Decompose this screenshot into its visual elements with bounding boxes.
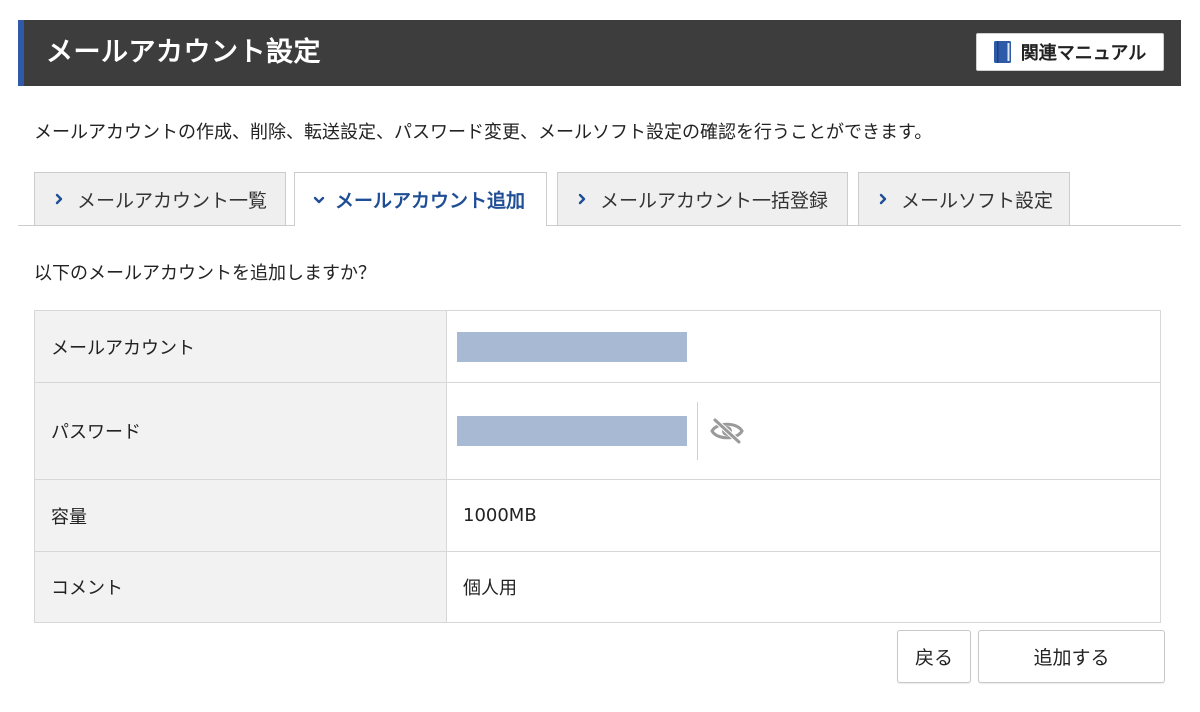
tab-mail-account-bulk-register[interactable]: メールアカウント一括登録 <box>557 172 848 225</box>
redacted-mail-account <box>457 331 687 362</box>
table-row: コメント 個人用 <box>34 551 1161 623</box>
row-value-mail-account <box>446 310 1161 383</box>
confirm-question: 以下のメールアカウントを追加しますか？ <box>34 263 376 284</box>
row-key: メールアカウント <box>34 310 447 383</box>
chevron-right-icon <box>578 193 586 205</box>
table-row: 容量 1000MB <box>34 479 1161 552</box>
password-divider <box>697 402 698 460</box>
password-wrap <box>457 402 1159 460</box>
table-row: パスワード <box>34 382 1161 480</box>
tab-mail-software-settings[interactable]: メールソフト設定 <box>858 172 1070 225</box>
row-key: コメント <box>34 551 447 623</box>
tab-label: メールアカウント一括登録 <box>600 189 829 212</box>
tab-label: メールアカウント一覧 <box>77 189 268 212</box>
tab-label: メールアカウント追加 <box>335 190 526 212</box>
add-button[interactable]: 追加する <box>978 630 1165 683</box>
row-value-password <box>446 382 1161 480</box>
row-key: パスワード <box>34 382 447 480</box>
page-title: メールアカウント設定 <box>46 37 321 68</box>
book-icon <box>993 41 1011 63</box>
related-manual-button[interactable]: 関連マニュアル <box>976 33 1164 71</box>
page-header: メールアカウント設定 関連マニュアル <box>18 20 1181 86</box>
page-description: メールアカウントの作成、削除、転送設定、パスワード変更、メールソフト設定の確認を… <box>34 122 933 143</box>
tab-label: メールソフト設定 <box>901 189 1054 212</box>
tab-mail-account-list[interactable]: メールアカウント一覧 <box>34 172 286 225</box>
back-button[interactable]: 戻る <box>897 630 971 683</box>
eye-slash-icon[interactable] <box>710 417 744 445</box>
row-value-capacity: 1000MB <box>446 479 1161 552</box>
row-key: 容量 <box>34 479 447 552</box>
row-value-comment: 個人用 <box>446 551 1161 623</box>
redacted-password <box>457 416 687 446</box>
chevron-down-icon <box>313 196 325 203</box>
confirm-table: メールアカウント パスワード 容量 1000MB コメント 個人用 <box>34 310 1161 623</box>
chevron-right-icon <box>55 193 63 205</box>
tab-mail-account-add[interactable]: メールアカウント追加 <box>294 172 547 226</box>
related-manual-label: 関連マニュアル <box>1020 43 1147 64</box>
tabs-divider <box>18 225 1181 226</box>
chevron-right-icon <box>879 193 887 205</box>
table-row: メールアカウント <box>34 310 1161 383</box>
